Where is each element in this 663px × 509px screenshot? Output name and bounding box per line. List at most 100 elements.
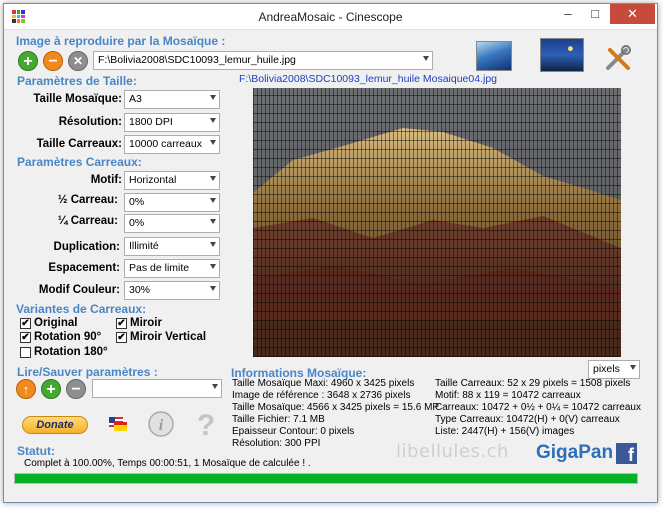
chevron-down-icon (210, 140, 216, 145)
image-section-label: Image à reproduire par la Mosaïque : (16, 34, 226, 48)
mirror-label: Miroir (130, 317, 162, 329)
info-tile-type: Type Carreaux: 10472(H) + 0(V) carreaux (435, 414, 620, 425)
duplication-label: Duplication: (53, 241, 120, 253)
tile-library-thumbnail[interactable] (476, 41, 512, 71)
color-change-label: Modif Couleur: (38, 284, 120, 296)
unit-select[interactable]: pixels (588, 360, 640, 379)
info-tile-size: Taille Carreaux: 52 x 29 pixels = 1508 p… (435, 378, 631, 389)
chevron-down-icon (210, 95, 216, 100)
mosaic-size-value: A3 (129, 93, 142, 105)
info-file-size: Taille Fichier: 7.1 MB (232, 414, 325, 425)
checkbox-box: ✔ (116, 331, 127, 343)
duplication-value: Illimité (129, 240, 159, 252)
original-label: Original (34, 317, 78, 329)
chevron-down-icon (210, 264, 216, 269)
mosaic-size-select[interactable]: A3 (124, 90, 220, 109)
checkbox-box: ✔ (20, 317, 31, 329)
output-path-label: F:\Bolivia2008\SDC10093_lemur_huile Mosa… (239, 73, 497, 85)
gigapan-logo[interactable]: GigaPan (536, 442, 613, 464)
chevron-down-icon (210, 242, 216, 247)
help-icon[interactable]: ? (194, 409, 218, 442)
checkbox-box: ✔ (116, 317, 127, 329)
clear-image-button[interactable]: ✕ (68, 51, 88, 71)
info-mosaic-size: Taille Mosaïque: 4566 x 3425 pixels = 15… (232, 402, 440, 413)
svg-text:?: ? (197, 409, 215, 439)
vertical-mirror-label: Miroir Vertical (130, 331, 207, 343)
unit-value: pixels (593, 363, 620, 375)
info-icon[interactable]: i (147, 410, 175, 438)
spacing-select[interactable]: Pas de limite (124, 259, 220, 278)
mosaic-tile-grid (253, 88, 621, 357)
checkbox-box (20, 346, 31, 358)
info-list: Liste: 2447(H) + 156(V) images (435, 426, 575, 437)
resolution-select[interactable]: 1800 DPI (124, 113, 220, 132)
add-image-button[interactable]: + (18, 51, 38, 71)
info-tiles: Carreaux: 10472 + 0½ + 0¼ = 10472 carrea… (435, 402, 641, 413)
mosaic-preview-thumbnail[interactable] (540, 38, 584, 72)
resolution-label: Résolution: (58, 116, 122, 128)
app-window: AndreaMosaic - Cinescope – □ ✕ Image à r… (3, 3, 658, 503)
progress-bar (14, 473, 638, 484)
load-params-button[interactable]: ↑ (16, 379, 36, 399)
tile-size-value: 10000 carreaux (129, 138, 202, 150)
chevron-down-icon (210, 176, 216, 181)
language-flag-icon[interactable] (108, 414, 128, 434)
checkbox-box: ✔ (20, 331, 31, 343)
image-path-value: F:\Bolivia2008\SDC10093_lemur_huile.jpg (98, 54, 296, 66)
rotation90-checkbox[interactable]: ✔ Rotation 90° (20, 331, 101, 343)
rotation180-checkbox[interactable]: Rotation 180° (20, 346, 108, 358)
mirror-checkbox[interactable]: ✔ Miroir (116, 317, 162, 329)
info-border-thickness: Epaisseur Contour: 0 pixels (232, 426, 355, 437)
tile-size-select[interactable]: 10000 carreaux (124, 135, 220, 154)
status-text: Complet à 100.00%, Temps 00:00:51, 1 Mos… (24, 458, 311, 469)
spacing-label: Espacement: (48, 262, 120, 274)
title-bar: AndreaMosaic - Cinescope – □ ✕ (4, 4, 657, 30)
vertical-mirror-checkbox[interactable]: ✔ Miroir Vertical (116, 331, 206, 343)
chevron-down-icon (210, 286, 216, 291)
rotation90-label: Rotation 90° (34, 331, 102, 343)
chevron-down-icon (210, 219, 216, 224)
color-change-value: 30% (129, 284, 151, 296)
size-params-label: Paramètres de Taille: (17, 74, 137, 88)
facebook-icon[interactable]: f (616, 443, 637, 465)
info-pattern: Motif: 88 x 119 = 10472 carreaux (435, 390, 581, 401)
mosaic-size-label: Taille Mosaïque: (33, 93, 122, 105)
half-tile-value: 0% (129, 196, 145, 208)
tile-settings-label: Paramètres Carreaux: (17, 155, 142, 169)
resolution-value: 1800 DPI (129, 116, 173, 128)
params-select[interactable] (92, 379, 222, 398)
quarter-tile-label: ¼ Carreau: (57, 215, 118, 227)
chevron-down-icon (212, 384, 218, 389)
remove-params-button[interactable]: − (66, 379, 86, 399)
maximize-button[interactable]: □ (582, 4, 608, 24)
info-resolution: Résolution: 300 PPI (232, 438, 321, 449)
quarter-tile-select[interactable]: 0% (124, 214, 220, 233)
chevron-down-icon (210, 198, 216, 203)
add-params-button[interactable]: + (41, 379, 61, 399)
rotation180-label: Rotation 180° (34, 346, 108, 358)
duplication-select[interactable]: Illimité (124, 237, 220, 256)
tile-size-label: Taille Carreaux: (36, 138, 122, 150)
variants-label: Variantes de Carreaux: (16, 302, 147, 316)
original-checkbox[interactable]: ✔ Original (20, 317, 77, 329)
close-button[interactable]: ✕ (610, 4, 655, 24)
image-path-select[interactable]: F:\Bolivia2008\SDC10093_lemur_huile.jpg (93, 51, 433, 70)
load-save-label: Lire/Sauver paramètres : (17, 365, 158, 379)
pattern-value: Horizontal (129, 174, 177, 186)
mosaic-preview-image (253, 88, 621, 357)
svg-text:i: i (159, 417, 164, 434)
chevron-down-icon (210, 118, 216, 123)
donate-button[interactable]: Donate (22, 416, 88, 434)
color-change-select[interactable]: 30% (124, 281, 220, 300)
chevron-down-icon (630, 365, 636, 370)
settings-tools-icon[interactable] (604, 44, 632, 72)
remove-image-button[interactable]: − (43, 51, 63, 71)
half-tile-label: ½ Carreau: (57, 194, 118, 206)
quarter-tile-value: 0% (129, 217, 145, 229)
libellules-logo[interactable]: libellules.ch (396, 441, 509, 462)
pattern-select[interactable]: Horizontal (124, 171, 220, 190)
half-tile-select[interactable]: 0% (124, 193, 220, 212)
chevron-down-icon (423, 56, 429, 61)
spacing-value: Pas de limite (129, 262, 190, 274)
minimize-button[interactable]: – (555, 4, 581, 24)
